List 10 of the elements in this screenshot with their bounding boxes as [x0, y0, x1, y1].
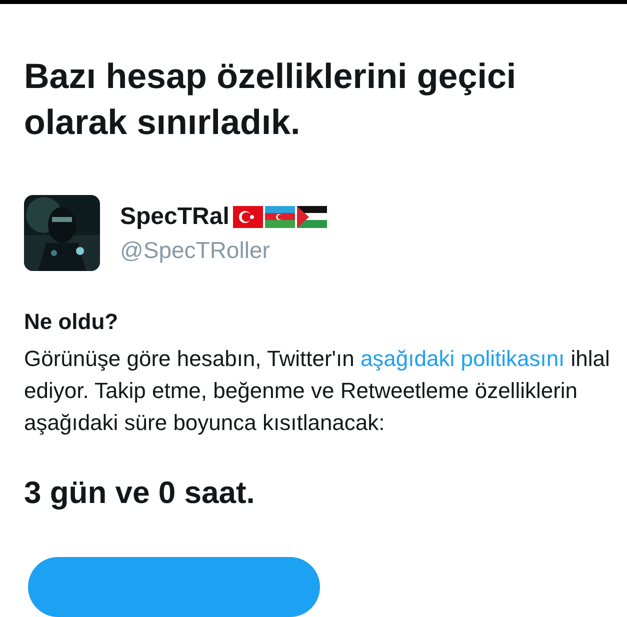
account-name: SpecTRal — [120, 202, 230, 230]
account-handle: @SpecTRoller — [120, 236, 271, 264]
page-title: Bazı hesap özelliklerini geçici olarak sınırladık. — [24, 56, 518, 144]
section-heading: Ne oldu? — [24, 309, 120, 335]
duration-text: 3 gün ve 0 saat. — [24, 475, 256, 511]
body-text: Görünüşe göre hesabın, Twitter'ın aşağıdaki politikasını ihlal ediyor. Takip etme, beğenme ve Retweetleme özelliklerin aşağıdaki süre boyunca kısıtlanacak: — [24, 345, 611, 437]
policy-link[interactable]: aşağıdaki politikasını — [360, 346, 565, 371]
flag-icon — [265, 206, 296, 228]
flag-icon — [297, 206, 328, 228]
flag-icon — [233, 206, 264, 228]
